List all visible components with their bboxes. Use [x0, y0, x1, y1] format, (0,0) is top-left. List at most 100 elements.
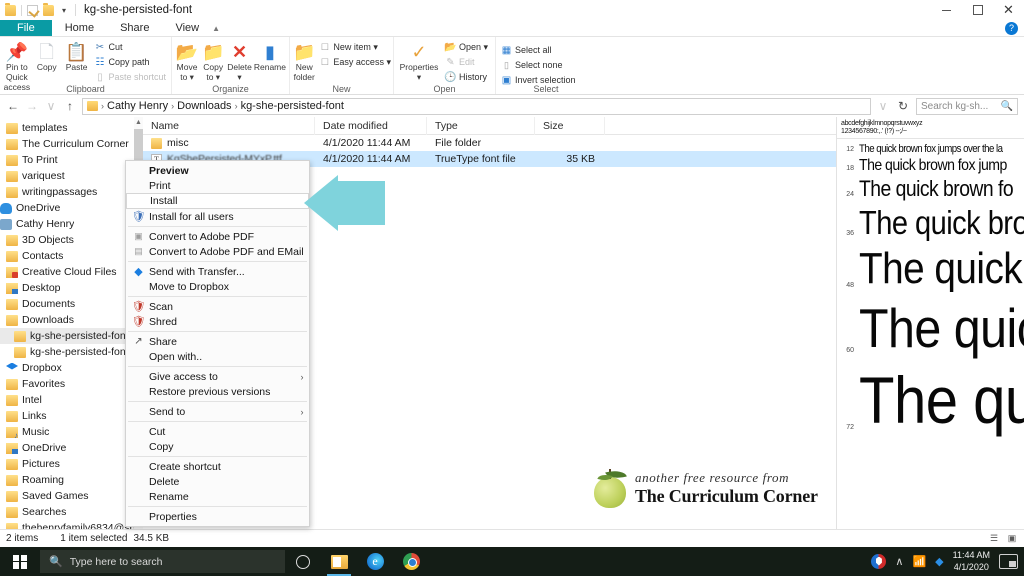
nav-item-documents[interactable]: Documents	[0, 296, 143, 312]
chevron-up-icon[interactable]: ∧	[895, 555, 903, 568]
chevron-down-icon[interactable]: ∨	[876, 99, 890, 113]
details-view-icon[interactable]: ☰	[986, 532, 1002, 546]
nav-item-3d-objects[interactable]: 3D Objects	[0, 232, 143, 248]
menu-item-share[interactable]: ↗ Share	[126, 334, 309, 349]
menu-item-move-to-dropbox[interactable]: Move to Dropbox	[126, 279, 309, 294]
column-header-date[interactable]: Date modified	[315, 116, 427, 135]
paste-button[interactable]: 📋 Paste	[63, 39, 91, 73]
search-box[interactable]: Search kg-sh... 🔍	[916, 97, 1018, 115]
taskbar-chrome[interactable]	[393, 547, 429, 576]
menu-item-preview[interactable]: Preview	[126, 163, 309, 178]
breadcrumb-item-1[interactable]: Downloads	[177, 100, 231, 112]
copy-to-button[interactable]: 📁 Copy to ▾	[201, 39, 225, 83]
copy-button[interactable]: 🗋 Copy	[33, 39, 61, 73]
nav-item-kg-she-persisted-font[interactable]: kg-she-persisted-font	[0, 344, 143, 360]
menu-item-properties[interactable]: Properties	[126, 509, 309, 524]
menu-item-install[interactable]: Install	[126, 193, 309, 209]
menu-item-give-access-to[interactable]: Give access to ›	[126, 369, 309, 384]
refresh-icon[interactable]: ↻	[896, 99, 910, 113]
tab-file[interactable]: File	[0, 20, 52, 36]
save-icon[interactable]	[5, 2, 16, 16]
menu-item-convert-to-adobe-pdf[interactable]: ▣ Convert to Adobe PDF	[126, 229, 309, 244]
nav-item-onedrive[interactable]: OneDrive	[0, 200, 143, 216]
dropbox-icon[interactable]: ◆	[935, 555, 943, 568]
breadcrumb-item-2[interactable]: kg-she-persisted-font	[241, 100, 344, 112]
menu-item-install-for-all-users[interactable]: 🛡 Install for all users	[126, 209, 309, 224]
taskbar-search-input[interactable]: Type here to search	[70, 556, 163, 568]
nav-item-contacts[interactable]: Contacts	[0, 248, 143, 264]
menu-item-cut[interactable]: Cut	[126, 424, 309, 439]
move-to-button[interactable]: 📂 Move to ▾	[175, 39, 199, 83]
breadcrumb[interactable]: › Cathy Henry › Downloads › kg-she-persi…	[82, 97, 871, 115]
action-center-icon[interactable]	[999, 554, 1018, 569]
nav-item-writingpassages[interactable]: writingpassages	[0, 184, 143, 200]
paste-shortcut-button[interactable]: ▯ Paste shortcut	[92, 70, 168, 84]
back-button[interactable]: ←	[6, 99, 20, 113]
nav-item-downloads[interactable]: Downloads	[0, 312, 143, 328]
table-row[interactable]: misc 4/1/2020 11:44 AM File folder	[143, 135, 836, 151]
properties-button[interactable]: ✓ Properties ▾	[397, 39, 441, 83]
nav-item-pictures[interactable]: Pictures	[0, 456, 143, 472]
new-folder-button[interactable]: 📁 New folder	[293, 39, 315, 83]
nav-item-templates[interactable]: templates	[0, 120, 143, 136]
select-none-button[interactable]: ▯ Select none	[499, 58, 578, 72]
nav-item-dropbox[interactable]: Dropbox	[0, 360, 143, 376]
nav-item-links[interactable]: Links	[0, 408, 143, 424]
taskbar-clock[interactable]: 11:44 AM 4/1/2020	[953, 550, 990, 573]
menu-item-open-with[interactable]: Open with..	[126, 349, 309, 364]
copy-path-button[interactable]: ☷ Copy path	[92, 55, 168, 69]
menu-item-print[interactable]: Print	[126, 178, 309, 193]
nav-item-favorites[interactable]: Favorites	[0, 376, 143, 392]
recent-locations-button[interactable]: ∨	[44, 99, 58, 113]
nav-item-music[interactable]: Music	[0, 424, 143, 440]
nav-item-variquest[interactable]: variquest	[0, 168, 143, 184]
taskbar-search-box[interactable]: 🔍 Type here to search	[40, 550, 285, 573]
large-icons-view-icon[interactable]: ▣	[1004, 532, 1020, 546]
menu-item-rename[interactable]: Rename	[126, 489, 309, 504]
chevron-down-icon[interactable]: ▾	[59, 6, 69, 15]
start-button[interactable]	[0, 547, 40, 576]
menu-item-send-with-transfer[interactable]: ◆ Send with Transfer...	[126, 264, 309, 279]
nav-item-intel[interactable]: Intel	[0, 392, 143, 408]
nav-item-desktop[interactable]: Desktop	[0, 280, 143, 296]
taskbar-edge[interactable]	[357, 547, 393, 576]
forward-button[interactable]: →	[25, 99, 39, 113]
minimize-button[interactable]	[931, 0, 962, 20]
properties-icon[interactable]	[27, 4, 38, 16]
up-button[interactable]: ↑	[63, 99, 77, 113]
help-icon[interactable]: ?	[1005, 21, 1018, 35]
delete-button[interactable]: ✕ Delete ▾	[227, 39, 252, 83]
nav-item-searches[interactable]: Searches	[0, 504, 143, 520]
menu-item-delete[interactable]: Delete	[126, 474, 309, 489]
scroll-up-icon[interactable]: ▲	[134, 117, 143, 128]
new-item-button[interactable]: ☐ New item ▾	[317, 40, 393, 54]
nav-item-cathy-henry[interactable]: Cathy Henry	[0, 216, 143, 232]
menu-item-shred[interactable]: 🛡 Shred	[126, 314, 309, 329]
nav-item-to-print[interactable]: To Print	[0, 152, 143, 168]
menu-item-restore-previous-versions[interactable]: Restore previous versions	[126, 384, 309, 399]
select-all-button[interactable]: ▦ Select all	[499, 43, 578, 57]
network-icon[interactable]: 📶	[912, 555, 926, 568]
breadcrumb-item-0[interactable]: Cathy Henry	[107, 100, 168, 112]
nav-item-the-curriculum-corner[interactable]: The Curriculum Corner	[0, 136, 143, 152]
cortana-button[interactable]	[285, 547, 321, 576]
tab-share[interactable]: Share	[107, 20, 162, 36]
nav-item-kg-she-persisted-font[interactable]: kg-she-persisted-font	[0, 328, 143, 344]
collapse-ribbon-icon[interactable]: ▲	[212, 24, 220, 33]
tab-view[interactable]: View	[162, 20, 212, 36]
column-header-type[interactable]: Type	[427, 116, 535, 135]
menu-item-copy[interactable]: Copy	[126, 439, 309, 454]
tab-home[interactable]: Home	[52, 20, 107, 36]
open-button[interactable]: 📂 Open ▾	[443, 40, 490, 54]
nav-item-creative-cloud-files[interactable]: Creative Cloud Files	[0, 264, 143, 280]
taskbar-file-explorer[interactable]	[321, 547, 357, 576]
menu-item-scan[interactable]: 🛡 Scan	[126, 299, 309, 314]
rename-button[interactable]: ▮ Rename	[254, 39, 286, 73]
easy-access-button[interactable]: ☐ Easy access ▾	[317, 55, 393, 69]
nav-item-thehenryfamily6834-sbc[interactable]: thehenryfamily6834@sbc	[0, 520, 143, 529]
new-folder-icon[interactable]	[43, 2, 54, 16]
edit-button[interactable]: ✎ Edit	[443, 55, 490, 69]
nav-item-saved-games[interactable]: Saved Games	[0, 488, 143, 504]
menu-item-send-to[interactable]: Send to ›	[126, 404, 309, 419]
maximize-button[interactable]	[962, 0, 993, 20]
